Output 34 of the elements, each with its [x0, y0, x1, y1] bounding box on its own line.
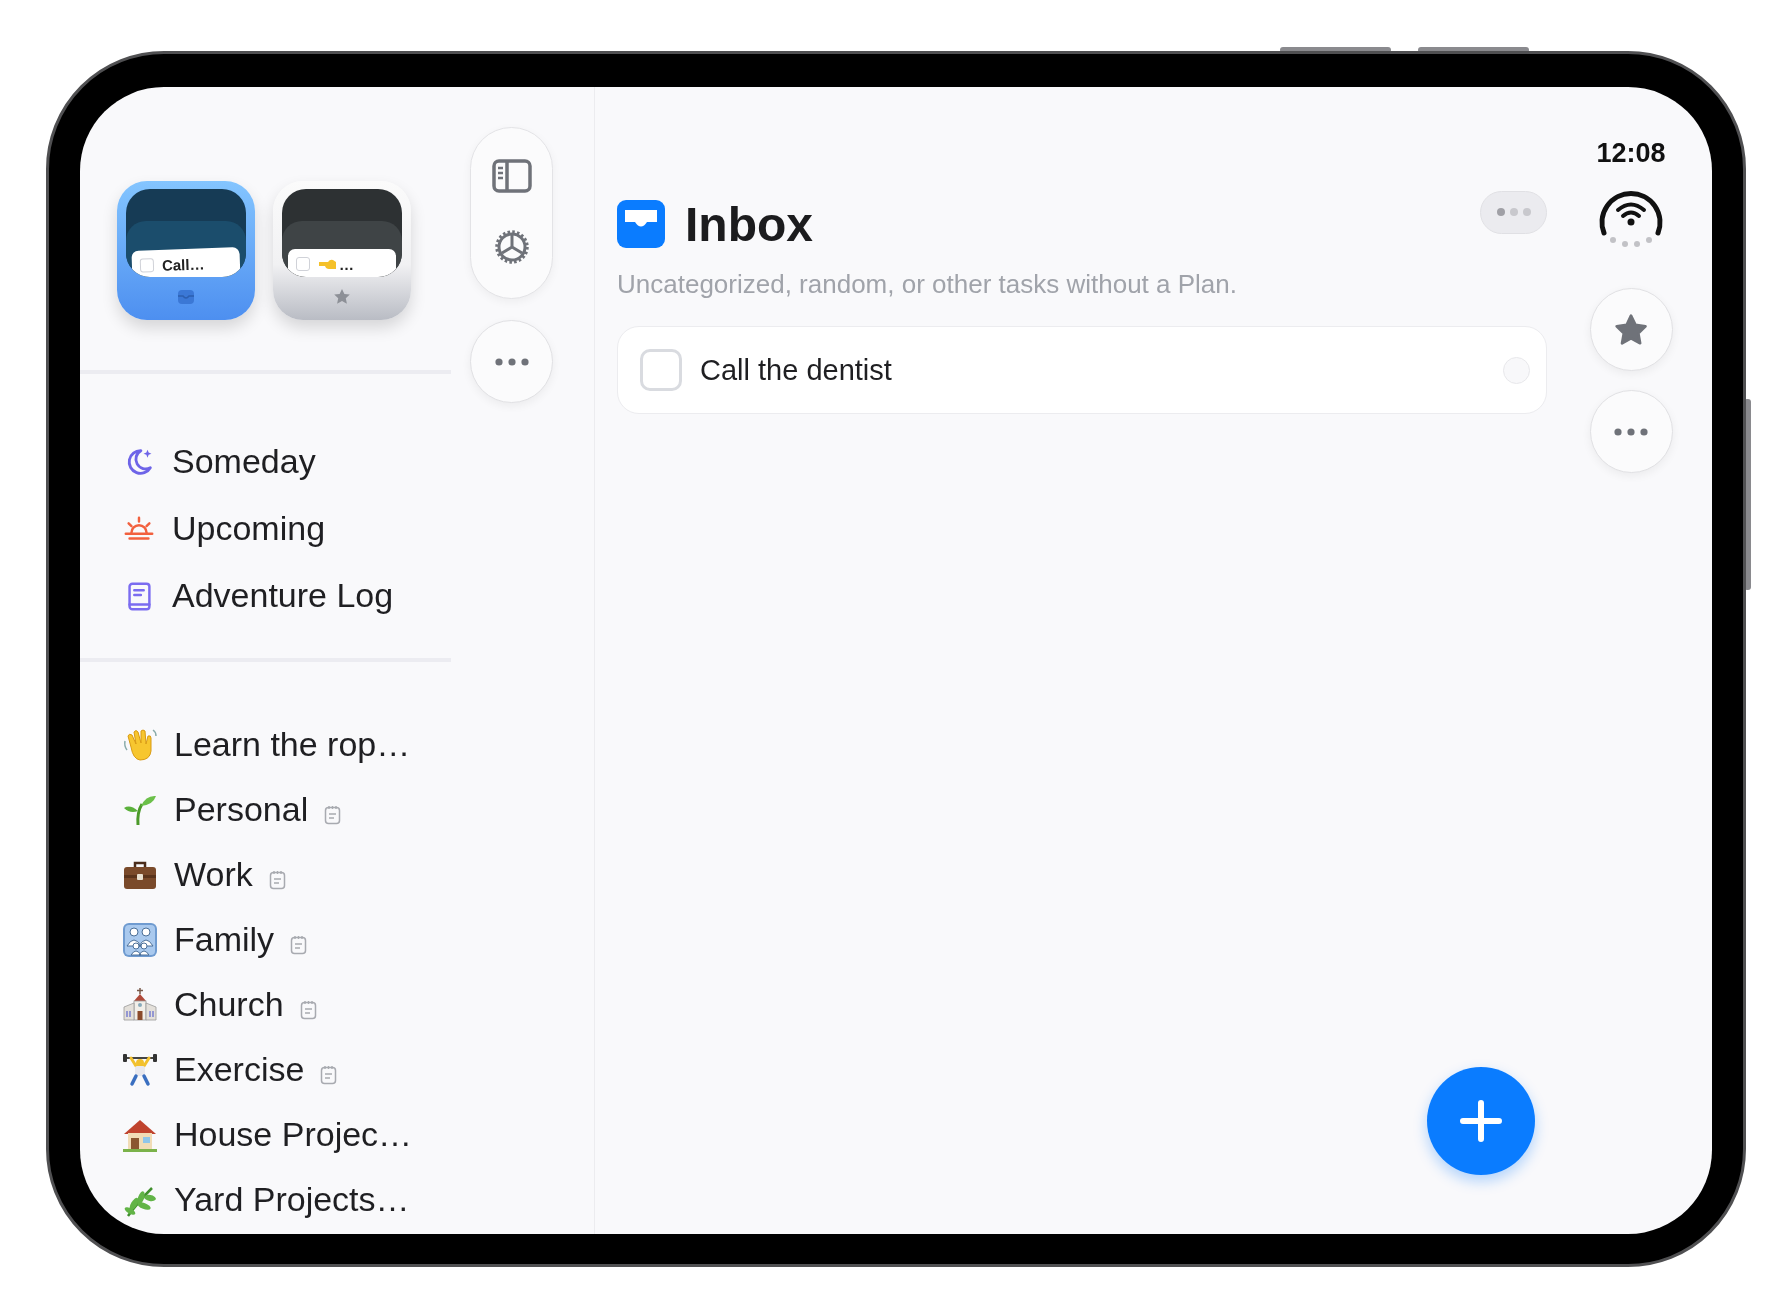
- project-item[interactable]: Church: [174, 985, 284, 1024]
- status-time: 12:08: [1596, 137, 1666, 169]
- project-item[interactable]: Personal: [174, 790, 309, 829]
- task-row[interactable]: Call the dentist: [617, 326, 1547, 414]
- project-item[interactable]: House Projec…: [174, 1115, 413, 1154]
- card-text: Call…: [161, 256, 205, 274]
- sidebar-toggle-icon[interactable]: [491, 158, 532, 193]
- nav-item[interactable]: Upcoming: [172, 509, 326, 548]
- task-title: Call the dentist: [700, 353, 893, 387]
- tray-icon: [176, 287, 196, 307]
- project-item[interactable]: Family: [174, 920, 275, 959]
- weightlifter-icon: [122, 1051, 158, 1088]
- list-card[interactable]: …: [273, 181, 411, 320]
- more-icon: [1614, 427, 1648, 436]
- star-icon: [1613, 312, 1649, 347]
- nav-item[interactable]: Someday: [172, 442, 316, 481]
- church-icon: [122, 986, 158, 1023]
- page-title: Inbox: [685, 196, 814, 252]
- waving-hand-icon: [122, 726, 158, 763]
- project-item[interactable]: Exercise: [174, 1050, 305, 1089]
- add-button[interactable]: [1427, 1067, 1535, 1175]
- list-card[interactable]: Call…: [117, 181, 255, 320]
- project-item[interactable]: Work: [174, 855, 253, 894]
- checkbox-icon: [296, 257, 310, 271]
- project-item[interactable]: Learn the rop…: [174, 725, 411, 764]
- plus-icon: [1459, 1099, 1503, 1143]
- more-icon: [494, 357, 529, 366]
- project-item[interactable]: Yard Projects…: [174, 1180, 410, 1219]
- nav-item[interactable]: Adventure Log: [172, 576, 394, 615]
- inbox-icon: [617, 200, 665, 248]
- page-subtitle: Uncategorized, random, or other tasks without a Plan.: [617, 268, 1238, 300]
- family-icon: [122, 921, 158, 958]
- task-checkbox[interactable]: [640, 349, 682, 391]
- card-text: …: [318, 257, 354, 273]
